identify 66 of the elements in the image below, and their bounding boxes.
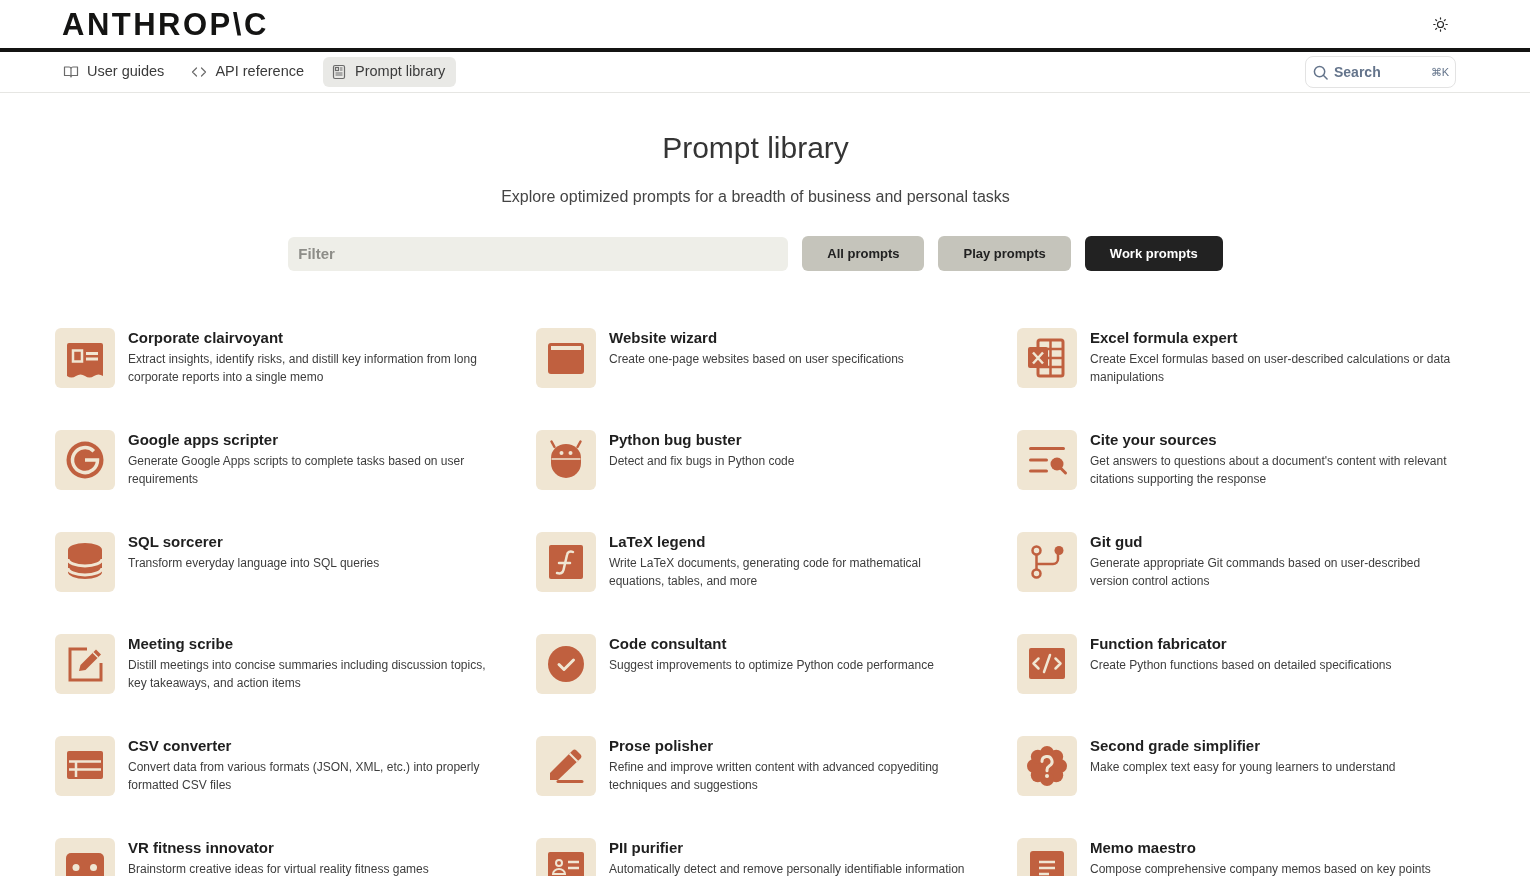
logo-wordmark[interactable]: ANTHROP\C [62,8,269,40]
prompt-title[interactable]: SQL sorcerer [128,533,493,551]
git-branch-icon [1017,532,1077,592]
prompt-title[interactable]: Website wizard [609,329,974,347]
search-icon [1313,64,1328,80]
prompt-description: Brainstorm creative ideas for virtual reality fitness games [128,861,430,876]
prompt-description: Automatically detect and remove personally identifiable information [609,861,966,876]
prompt-title[interactable]: Function fabricator [1090,635,1455,653]
prompt-title[interactable]: PII purifier [609,839,974,857]
page-subtitle: Explore optimized prompts for a breadth of business and personal tasks [501,187,1010,207]
prompt-title[interactable]: Git gud [1090,533,1455,551]
category-button[interactable]: Play prompts [938,236,1071,271]
prompt-description: Create Excel formulas based on user-described calculations or data manipulations [1090,351,1452,386]
edit-icon [55,634,115,694]
prompt-description: Write LaTeX documents, generating code for mathematical equations, tables, and more [609,555,922,590]
function-icon [536,532,596,592]
prompt-description: Create Python functions based on detailed specifications [1090,657,1393,674]
prompt-description: Extract insights, identify risks, and distill key information from long corporate reports into a single memo [128,351,478,386]
nav-tab[interactable]: API reference [183,57,316,87]
robot-icon [536,430,596,490]
table-icon [55,736,115,796]
prompt-title[interactable]: Google apps scripter [128,431,493,449]
prompt-title[interactable]: Python bug buster [609,431,974,449]
sun-icon[interactable] [1433,16,1448,32]
document-icon [331,64,348,80]
prompt-description: Distill meetings into concise summaries including discussion topics, key takeaways, and action items [128,657,487,692]
prompt-description: Transform everyday language into SQL queries [128,555,381,572]
prompt-title[interactable]: Meeting scribe [128,635,493,653]
text-search-icon [1017,430,1077,490]
prompt-description: Convert data from various formats (JSON, XML, etc.) into properly formatted CSV files [128,759,481,794]
prompt-description: Refine and improve written content with advanced copyediting techniques and suggestions [609,759,940,794]
prompt-title[interactable]: Excel formula expert [1090,329,1455,347]
category-button[interactable]: All prompts [802,236,925,271]
prompt-description: Get answers to questions about a document's content with relevant citations supporting the response [1090,453,1448,488]
prompt-title[interactable]: Corporate clairvoyant [128,329,493,347]
prompt-title[interactable]: Code consultant [609,635,974,653]
nav-tab[interactable]: Prompt library [323,57,457,87]
letter-g-icon [55,430,115,490]
prompt-description: Compose comprehensive company memos based on key points [1090,861,1432,876]
database-icon [55,532,115,592]
prompt-title[interactable]: Memo maestro [1090,839,1455,857]
pencil-icon [536,736,596,796]
question-badge-icon [1017,736,1077,796]
newspaper-icon [55,328,115,388]
filter-field[interactable]: Filter [288,236,789,271]
prompt-title[interactable]: Prose polisher [609,737,974,755]
prompt-description: Detect and fix bugs in Python code [609,453,796,470]
prompt-description: Generate appropriate Git commands based on user-described version control actions [1090,555,1422,590]
code-brackets-icon [191,64,208,80]
browser-window-icon [536,328,596,388]
prompt-description: Make complex text easy for young learners to understand [1090,759,1397,776]
prompt-title[interactable]: LaTeX legend [609,533,974,551]
category-button[interactable]: Work prompts [1084,236,1223,271]
prompt-title[interactable]: CSV converter [128,737,493,755]
prompt-title[interactable]: Second grade simplifier [1090,737,1455,755]
spreadsheet-icon [1017,328,1077,388]
prompt-description: Suggest improvements to optimize Python code performance [609,657,935,674]
nav-tab[interactable]: User guides [55,57,176,87]
prompt-description: Generate Google Apps scripts to complete tasks based on user requirements [128,453,466,488]
book-icon [63,64,79,80]
page-title: Prompt library [662,130,849,166]
search-button[interactable]: Search ⌘K [1305,56,1456,88]
prompt-title[interactable]: Cite your sources [1090,431,1455,449]
prompt-title[interactable]: VR fitness innovator [128,839,493,857]
code-icon [1017,634,1077,694]
prompt-description: Create one-page websites based on user specifications [609,351,905,368]
